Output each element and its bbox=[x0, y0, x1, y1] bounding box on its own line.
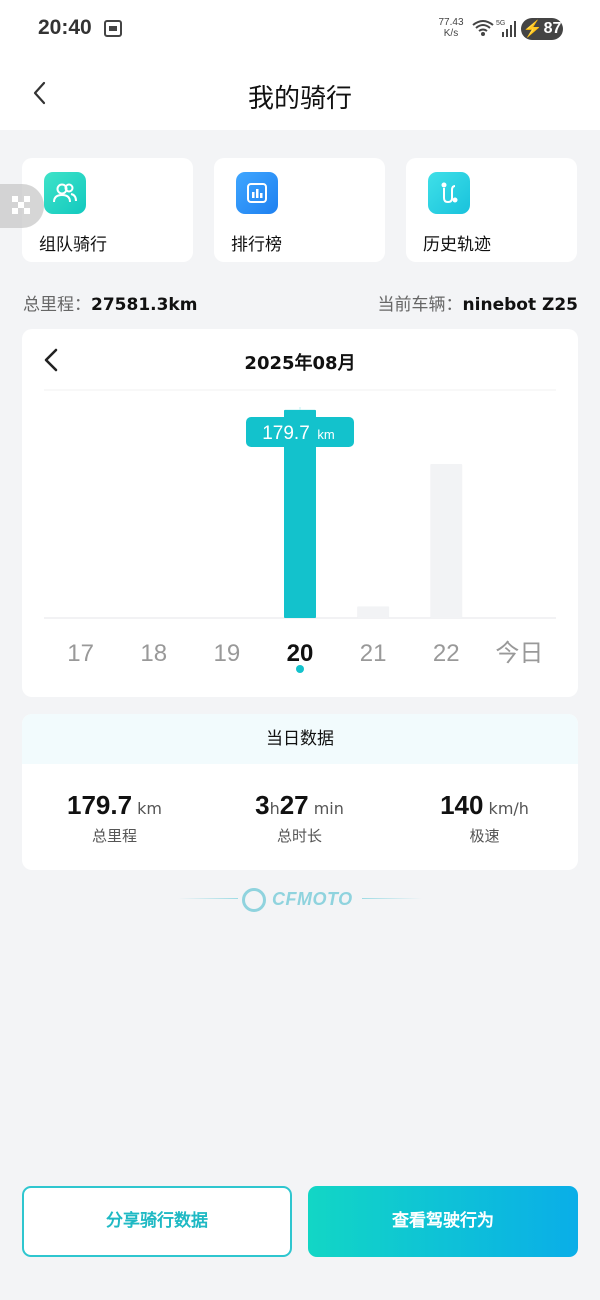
leaderboard-card[interactable]: 排行榜 bbox=[214, 158, 385, 262]
chart-tick-label-4[interactable]: 21 bbox=[360, 640, 387, 667]
team-riding-label: 组队骑行 bbox=[39, 235, 107, 255]
distance-label: 总里程 bbox=[91, 827, 137, 845]
signal-icon: 5G bbox=[496, 20, 516, 37]
puzzle-icon bbox=[12, 196, 30, 214]
metric-distance: 179.7 km 总里程 bbox=[22, 790, 207, 846]
chart-tick-label-3[interactable]: 20 bbox=[287, 640, 314, 667]
chart-bar-22[interactable] bbox=[430, 464, 463, 618]
duration-hours: 3 bbox=[255, 790, 270, 820]
status-bar: 20:40 77.43 K/s 5G ⚡ 87 bbox=[0, 0, 600, 58]
metric-top-speed: 140 km/h 极速 bbox=[392, 790, 577, 846]
screenshot-icon bbox=[104, 20, 122, 37]
top-speed-unit: km/h bbox=[488, 799, 529, 818]
total-mileage-value: 27581.3km bbox=[91, 295, 198, 315]
route-history-label: 历史轨迹 bbox=[423, 235, 491, 255]
charging-bolt-icon: ⚡ bbox=[522, 21, 543, 38]
current-vehicle-value: ninebot Z25 bbox=[462, 295, 578, 315]
wifi-icon bbox=[472, 20, 494, 36]
battery-indicator: ⚡ 87 bbox=[521, 18, 563, 40]
distance-unit: km bbox=[137, 799, 163, 818]
brand-divider-left bbox=[178, 898, 238, 899]
current-vehicle-label: 当前车辆： bbox=[377, 295, 463, 315]
network-speed-value: 77.43 bbox=[438, 17, 464, 28]
daily-data-card: 当日数据 179.7 km 总里程 3h27 min 总时长 140 km/h … bbox=[22, 714, 578, 870]
route-history-card[interactable]: 历史轨迹 bbox=[406, 158, 577, 262]
current-vehicle[interactable]: 当前车辆：ninebot Z25 bbox=[378, 290, 578, 315]
chart-tick-label-6[interactable]: 今日 bbox=[495, 640, 543, 667]
chart-tick-label-5[interactable]: 22 bbox=[433, 640, 460, 667]
network-type: 5G bbox=[496, 20, 505, 27]
brand-divider-right bbox=[362, 898, 422, 899]
duration-hours-unit: h bbox=[269, 799, 280, 818]
leaderboard-label: 排行榜 bbox=[231, 235, 282, 255]
chart-tooltip-unit: km bbox=[317, 427, 334, 442]
duration-label: 总时长 bbox=[276, 827, 322, 845]
brand-footer: CFMOTO bbox=[0, 884, 600, 914]
metric-duration: 3h27 min 总时长 bbox=[207, 790, 392, 846]
chart-tick-label-1[interactable]: 18 bbox=[140, 640, 167, 667]
chart-card: 17 18 19 20 179.7 km 21 22 今日 2025年08月 bbox=[22, 329, 578, 697]
chart-selected-dot bbox=[296, 665, 304, 673]
chart-tooltip-value: 179.7 bbox=[262, 423, 310, 444]
chart-month-label: 2025年08月 bbox=[244, 353, 356, 374]
duration-minutes: 27 bbox=[279, 790, 309, 820]
duration-minutes-unit: min bbox=[313, 799, 344, 818]
battery-level: 87 bbox=[543, 20, 562, 37]
network-speed: 77.43 K/s bbox=[434, 17, 468, 39]
chart-tick-label-2[interactable]: 19 bbox=[214, 640, 241, 667]
top-speed-label: 极速 bbox=[469, 827, 500, 845]
daily-data-title: 当日数据 bbox=[22, 714, 578, 764]
route-history-icon bbox=[428, 172, 470, 214]
chart-bar-21[interactable] bbox=[357, 606, 390, 618]
brand-name: CFMOTO bbox=[272, 889, 353, 909]
status-time: 20:40 bbox=[38, 16, 92, 39]
view-driving-behavior-button[interactable]: 查看驾驶行为 bbox=[308, 1186, 578, 1257]
summary-row: 总里程：27581.3km 当前车辆：ninebot Z25 bbox=[23, 290, 578, 316]
network-speed-unit: K/s bbox=[443, 28, 459, 39]
total-mileage-label: 总里程： bbox=[23, 295, 91, 315]
total-mileage: 总里程：27581.3km bbox=[23, 290, 197, 315]
app-header: 我的骑行 bbox=[0, 58, 600, 130]
page-title: 我的骑行 bbox=[247, 84, 352, 114]
floating-widget-handle[interactable] bbox=[0, 184, 44, 228]
team-riding-icon bbox=[44, 172, 86, 214]
team-riding-card[interactable]: 组队骑行 bbox=[22, 158, 193, 262]
chart-tick-label-0[interactable]: 17 bbox=[67, 640, 94, 667]
share-ride-data-button[interactable]: 分享骑行数据 bbox=[22, 1186, 292, 1257]
distance-value: 179.7 bbox=[66, 790, 133, 820]
leaderboard-icon bbox=[236, 172, 278, 214]
cfmoto-logo-icon bbox=[242, 888, 266, 912]
top-speed-value: 140 bbox=[440, 790, 484, 820]
daily-mileage-chart[interactable]: 17 18 19 20 179.7 km 21 22 今日 bbox=[22, 329, 578, 697]
